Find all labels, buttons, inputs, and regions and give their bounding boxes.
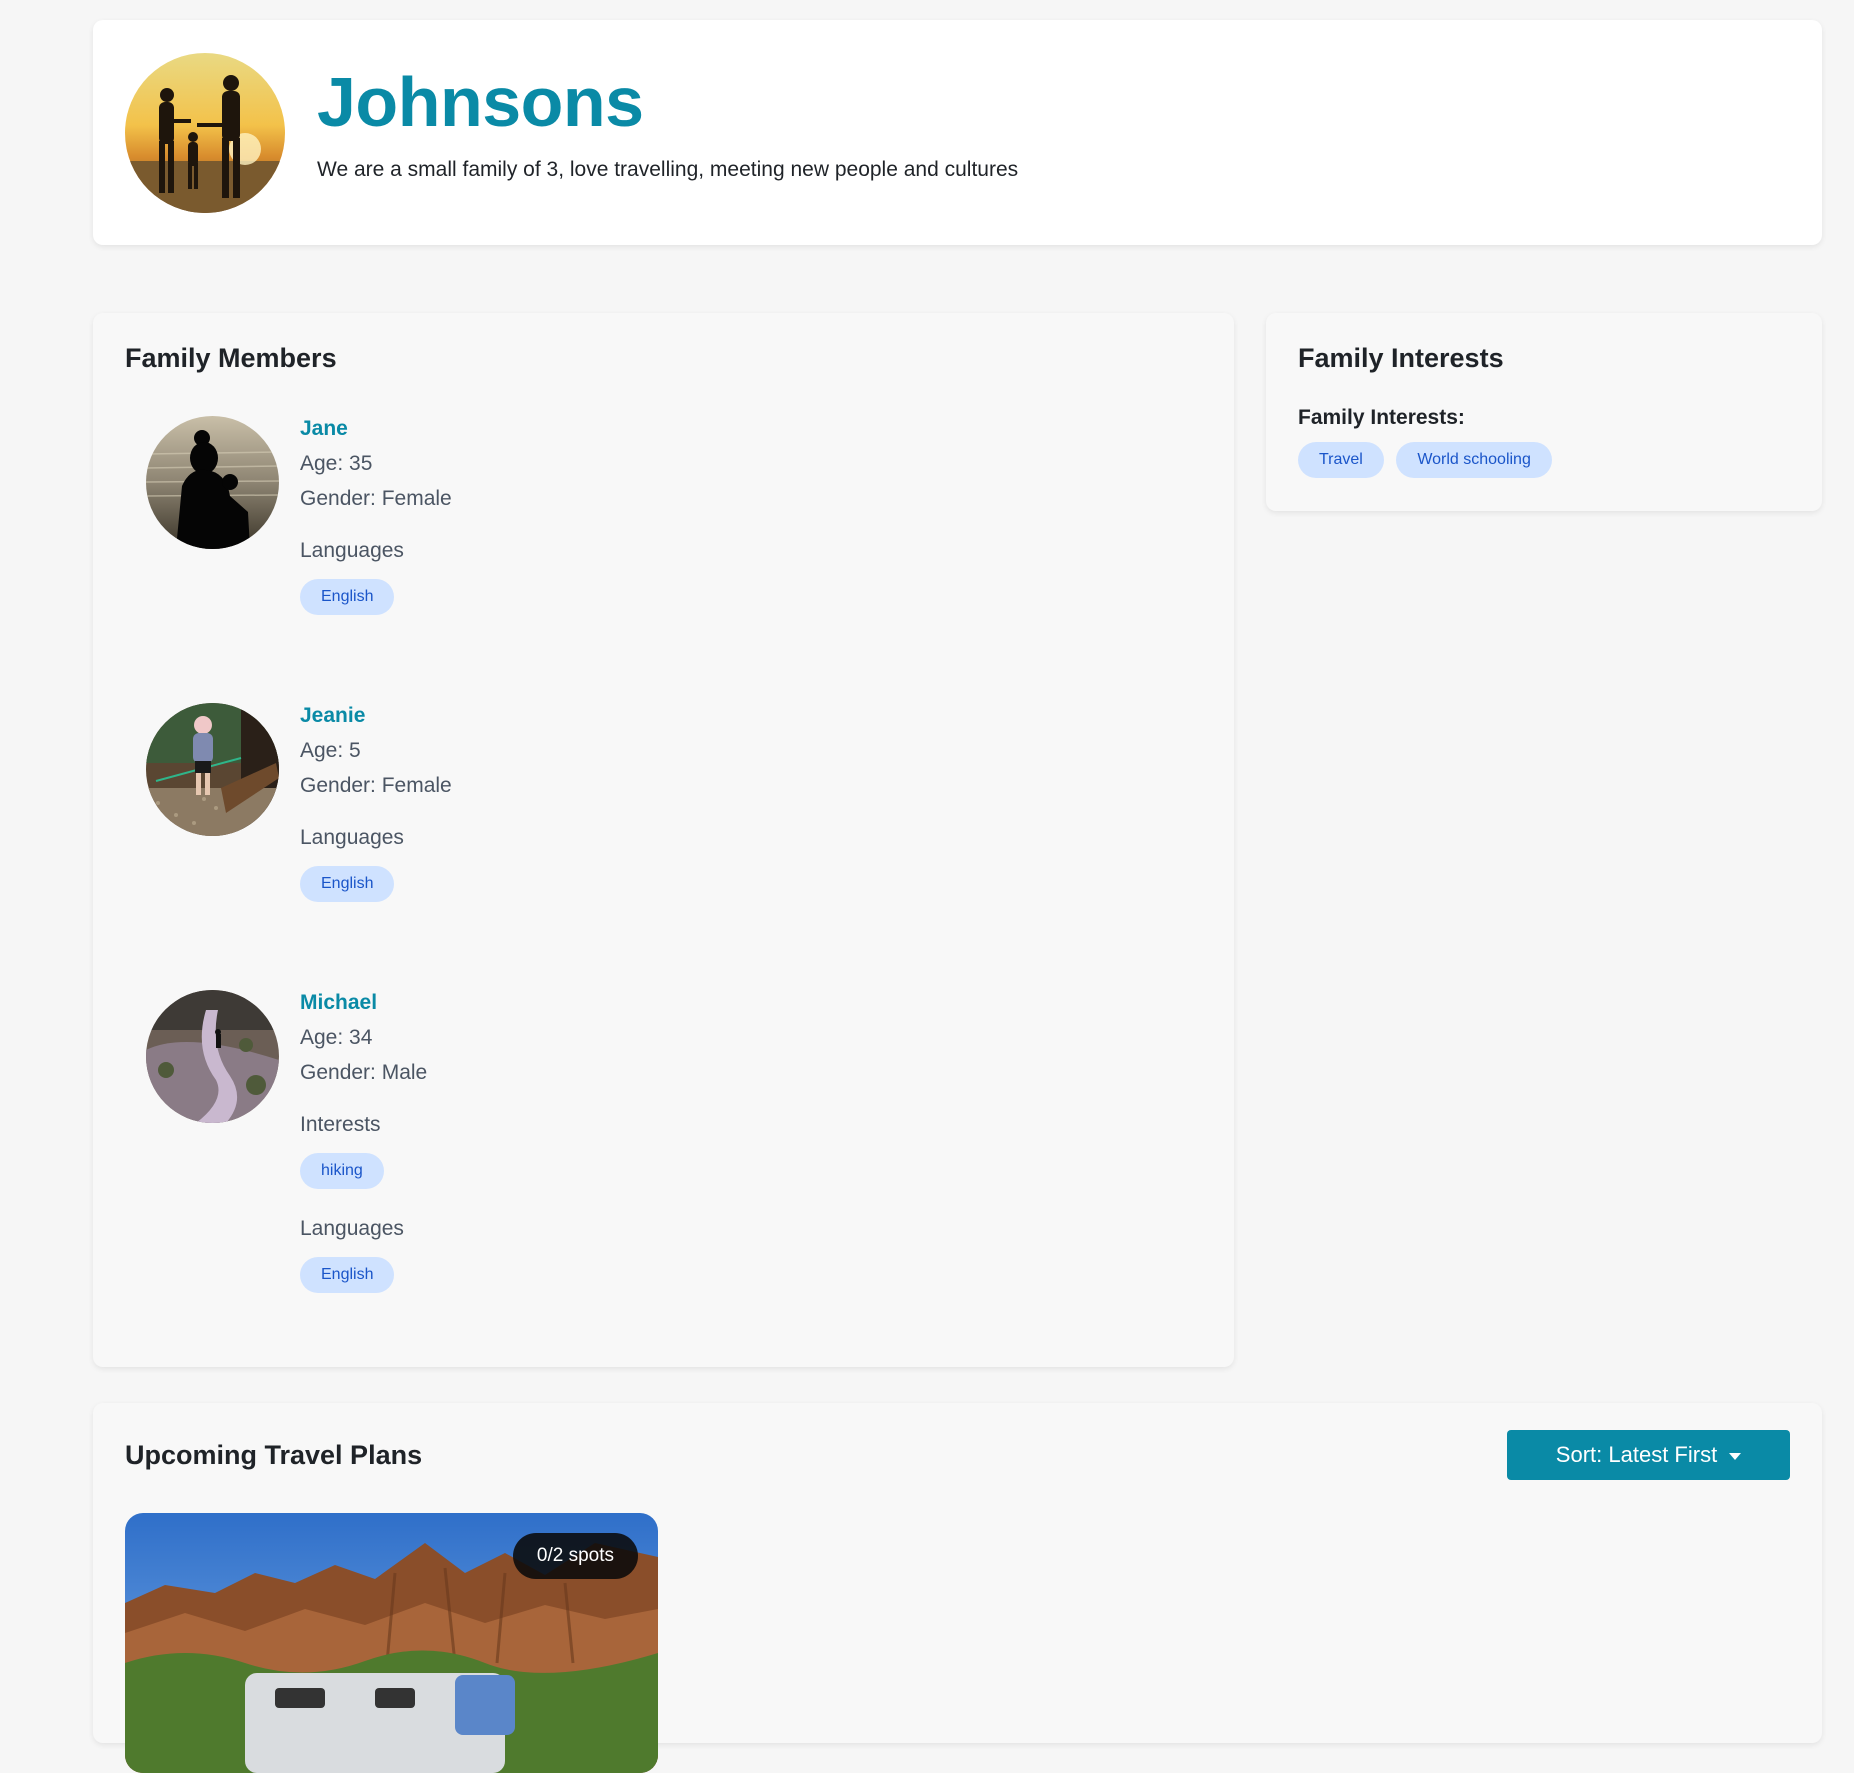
family-interests-label: Family Interests: bbox=[1298, 406, 1465, 429]
member-languages-label: Languages bbox=[300, 539, 404, 562]
sort-label: Sort: Latest First bbox=[1555, 1442, 1718, 1467]
language-chip: English bbox=[300, 1257, 395, 1293]
member-interests-label: Interests bbox=[300, 1113, 381, 1136]
family-members-title: Family Members bbox=[125, 343, 337, 373]
member-gender: Gender: Female bbox=[300, 774, 452, 797]
caret-down-icon bbox=[1729, 1452, 1742, 1460]
family-members-card: Family Members Jane Age: 35 Gender: Fema… bbox=[93, 313, 1234, 1367]
member-languages: English bbox=[300, 1257, 1000, 1293]
member-gender: Gender: Female bbox=[300, 487, 452, 510]
member-name[interactable]: Jeanie bbox=[300, 704, 1000, 728]
member-info: Jeanie Age: 5 Gender: Female Languages E… bbox=[300, 703, 1000, 902]
michael-photo bbox=[146, 990, 279, 1123]
sort-dropdown-button[interactable]: Sort: Latest First bbox=[1507, 1430, 1790, 1480]
member-age: Age: 35 bbox=[300, 452, 373, 475]
member-languages: English bbox=[300, 579, 1000, 615]
travel-plan-card[interactable]: 0/2 spots bbox=[125, 1513, 658, 1773]
member-name[interactable]: Michael bbox=[300, 991, 1000, 1015]
interest-chip: hiking bbox=[300, 1153, 384, 1189]
language-chip: English bbox=[300, 579, 395, 615]
member-avatar bbox=[146, 416, 279, 549]
member-age: Age: 5 bbox=[300, 739, 361, 762]
travel-plans-card: Upcoming Travel Plans Sort: Latest First bbox=[93, 1403, 1822, 1773]
member-avatar bbox=[146, 703, 279, 836]
family-interests-title: Family Interests bbox=[1298, 343, 1504, 373]
member-languages-label: Languages bbox=[300, 826, 404, 849]
interest-chip-travel: Travel bbox=[1298, 442, 1384, 478]
language-chip: English bbox=[300, 866, 395, 902]
jane-photo bbox=[146, 416, 279, 549]
member-age: Age: 34 bbox=[300, 1026, 373, 1049]
family-interests-chips: Travel World schooling bbox=[1298, 442, 1560, 478]
member-interests: hiking bbox=[300, 1153, 1000, 1189]
family-description: We are a small family of 3, love travell… bbox=[317, 158, 1019, 181]
travel-plans-title: Upcoming Travel Plans bbox=[125, 1440, 423, 1470]
spots-badge: 0/2 spots bbox=[512, 1533, 638, 1579]
interest-chip-world-schooling: World schooling bbox=[1396, 442, 1552, 478]
member-avatar bbox=[146, 990, 279, 1123]
member-gender: Gender: Male bbox=[300, 1061, 428, 1084]
family-sunset-photo bbox=[125, 53, 285, 213]
family-interests-card: Family Interests Family Interests: Trave… bbox=[1266, 313, 1822, 511]
member-languages: English bbox=[300, 866, 1000, 902]
member-name[interactable]: Jane bbox=[300, 417, 1000, 441]
family-name: Johnsons bbox=[317, 63, 644, 141]
member-info: Jane Age: 35 Gender: Female Languages En… bbox=[300, 416, 1000, 615]
member-info: Michael Age: 34 Gender: Male Interests h… bbox=[300, 990, 1000, 1293]
family-header-card: Johnsons We are a small family of 3, lov… bbox=[93, 20, 1822, 245]
jeanie-photo bbox=[146, 703, 279, 836]
member-languages-label: Languages bbox=[300, 1217, 404, 1240]
family-avatar bbox=[125, 53, 285, 213]
